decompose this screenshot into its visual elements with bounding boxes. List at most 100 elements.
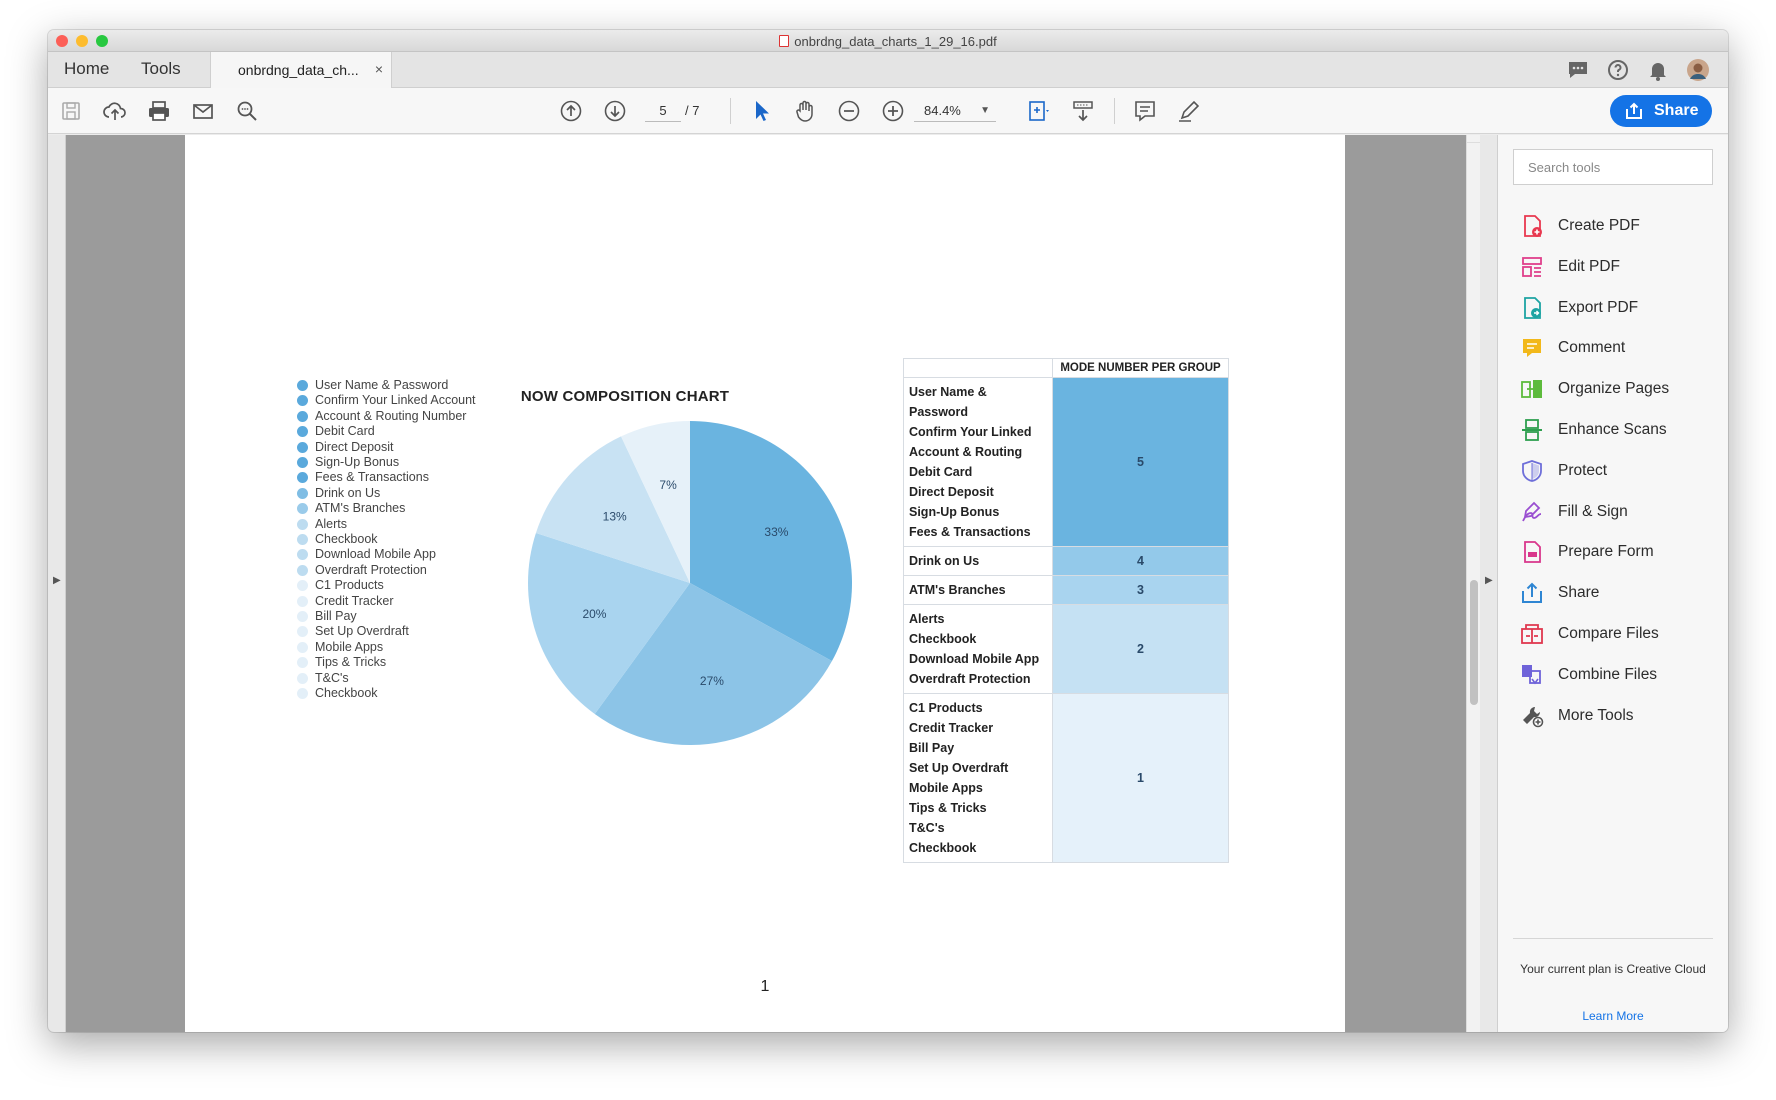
title-bar: onbrdng_data_charts_1_29_16.pdf xyxy=(48,30,1728,52)
tool-fill-sign[interactable]: Fill & Sign xyxy=(1520,498,1710,528)
tool-edit-pdf[interactable]: Edit PDF xyxy=(1520,253,1710,283)
vertical-scrollbar[interactable] xyxy=(1466,135,1480,1032)
tools-pane: Search tools Create PDF Edit PDF Export PD… xyxy=(1498,135,1728,1032)
cloud-upload-icon[interactable] xyxy=(102,98,128,124)
legend-label: Checkbook xyxy=(315,532,378,546)
tool-compare-files[interactable]: Compare Files xyxy=(1520,620,1710,650)
page-display-icon[interactable] xyxy=(1026,98,1052,124)
save-icon[interactable] xyxy=(58,98,84,124)
group-item-label: Download Mobile App xyxy=(909,652,1040,666)
create-pdf-icon xyxy=(1524,215,1542,237)
tool-enhance-scans[interactable]: Enhance Scans xyxy=(1520,416,1710,446)
user-avatar-icon[interactable] xyxy=(1686,58,1710,82)
legend-swatch xyxy=(297,641,308,653)
legend-label: Fees & Transactions xyxy=(315,470,429,485)
print-icon[interactable] xyxy=(146,98,172,124)
select-cursor-icon[interactable] xyxy=(748,98,774,124)
tool-export-pdf[interactable]: Export PDF xyxy=(1520,294,1710,324)
tool-organize-pages[interactable]: Organize Pages xyxy=(1520,375,1710,405)
next-page-icon[interactable] xyxy=(602,98,628,124)
previous-page-icon[interactable] xyxy=(558,98,584,124)
table-row: ATM's Branches 3 xyxy=(903,575,1229,605)
share-icon xyxy=(1522,582,1542,604)
tool-create-pdf[interactable]: Create PDF xyxy=(1520,212,1710,242)
tool-protect[interactable]: Protect xyxy=(1520,457,1710,487)
group-item-label: Confirm Your Linked xyxy=(909,425,1032,439)
share-button[interactable]: Share xyxy=(1610,95,1712,127)
tool-share[interactable]: Share xyxy=(1520,579,1710,609)
legend-label: Mobile Apps xyxy=(315,639,384,654)
legend-label: T&C's xyxy=(315,670,349,685)
pie-slice-label: 13% xyxy=(603,510,627,524)
group-item-label: Fees & Transactions xyxy=(909,525,1031,539)
legend-swatch xyxy=(297,626,308,638)
hand-tool-icon[interactable] xyxy=(792,98,818,124)
tool-more-tools[interactable]: More Tools xyxy=(1520,702,1710,732)
document-viewport[interactable]: ▶ User Name & Password Confirm Your Linke… xyxy=(48,135,1498,1032)
notifications-bell-icon[interactable] xyxy=(1646,58,1670,82)
tab-tools[interactable]: Tools xyxy=(141,59,181,79)
tab-home[interactable]: Home xyxy=(64,59,109,79)
zoom-level-select[interactable]: 84.4% ▼ xyxy=(914,100,996,122)
group-names-cell: Alerts Checkbook Download Mobile App Overdr… xyxy=(903,604,1053,694)
scrollbar-top-cap xyxy=(1467,135,1480,143)
messages-icon[interactable] xyxy=(1566,58,1590,82)
legend-swatch xyxy=(297,580,308,592)
tool-label: Comment xyxy=(1558,339,1626,357)
group-item-label: Sign-Up Bonus xyxy=(909,505,1000,519)
share-upload-icon xyxy=(1626,102,1642,119)
table-row: User Name & Password Confirm Your Linked A… xyxy=(903,377,1229,547)
tool-label: Share xyxy=(1558,584,1600,602)
chart-title: NOW COMPOSITION CHART xyxy=(520,388,730,405)
legend-swatch xyxy=(297,441,308,453)
right-panel-toggle[interactable]: ▶ xyxy=(1480,135,1498,1032)
tool-comment[interactable]: Comment xyxy=(1520,334,1710,364)
help-icon[interactable] xyxy=(1606,58,1630,82)
zoom-out-icon[interactable] xyxy=(836,98,862,124)
legend-label: Confirm Your Linked Account xyxy=(315,393,476,408)
left-panel-toggle[interactable]: ▶ xyxy=(48,135,66,1032)
pie-slice-label: 27% xyxy=(700,674,724,688)
tool-combine-files[interactable]: Combine Files xyxy=(1520,661,1710,691)
legend-swatch xyxy=(297,688,308,699)
main-toolbar: 5 / 7 84.4% ▼ Share xyxy=(48,88,1728,134)
table-row: C1 Products Credit Tracker Bill Pay Set Up … xyxy=(903,693,1229,863)
scroll-mode-icon[interactable] xyxy=(1070,98,1096,124)
tool-prepare-form[interactable]: Prepare Form xyxy=(1520,538,1710,568)
group-item-label: Bill Pay xyxy=(909,741,955,755)
legend-swatch xyxy=(297,518,308,530)
tool-label: Organize Pages xyxy=(1558,380,1670,398)
group-item-label: Tips & Tricks xyxy=(909,801,987,815)
tool-label: More Tools xyxy=(1558,706,1634,724)
group-item-label: Mobile Apps xyxy=(909,781,983,795)
pie-slice-label: 33% xyxy=(764,525,788,539)
more-tools-icon xyxy=(1523,706,1544,727)
group-item-label: Set Up Overdraft xyxy=(909,761,1009,775)
collapse-right-arrow-icon: ▶ xyxy=(1485,575,1493,586)
find-text-icon[interactable] xyxy=(234,98,260,124)
tool-label: Protect xyxy=(1558,461,1608,479)
plan-divider xyxy=(1513,938,1713,939)
highlight-pen-icon[interactable] xyxy=(1176,98,1202,124)
tab-document[interactable]: onbrdng_data_ch... × xyxy=(210,52,392,89)
tool-label: Combine Files xyxy=(1558,665,1658,683)
scrollbar-thumb[interactable] xyxy=(1470,580,1478,705)
group-names-cell: Drink on Us xyxy=(903,546,1053,576)
legend-label: Bill Pay xyxy=(315,609,357,623)
legend-label: Drink on Us xyxy=(315,485,381,500)
close-tab-button[interactable]: × xyxy=(375,61,383,77)
legend-label: Alerts xyxy=(315,516,347,531)
comment-icon[interactable] xyxy=(1132,98,1158,124)
legend-label: Set Up Overdraft xyxy=(315,624,409,639)
group-item-label: ATM's Branches xyxy=(909,583,1006,597)
learn-more-link[interactable]: Learn More xyxy=(1498,1009,1728,1023)
legend-swatch xyxy=(297,410,308,422)
share-button-label: Share xyxy=(1654,102,1699,119)
search-tools-input[interactable]: Search tools xyxy=(1513,149,1713,185)
legend-swatch xyxy=(297,611,308,622)
email-icon[interactable] xyxy=(190,98,216,124)
page-number-input[interactable]: 5 xyxy=(645,100,681,122)
legend-label: Tips & Tricks xyxy=(315,655,387,670)
tool-label: Prepare Form xyxy=(1558,543,1654,561)
zoom-in-icon[interactable] xyxy=(880,98,906,124)
